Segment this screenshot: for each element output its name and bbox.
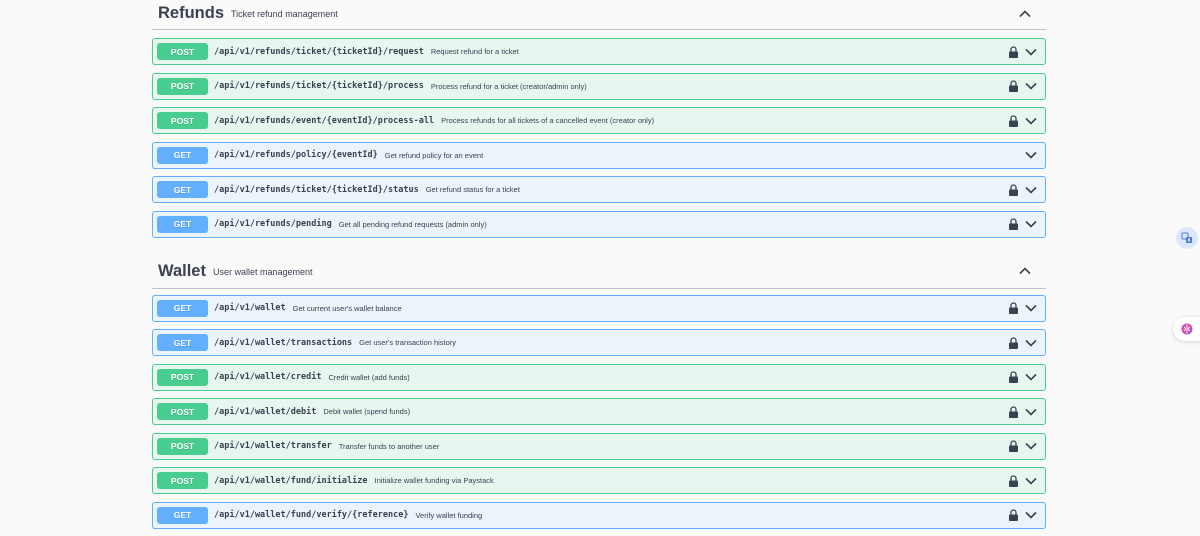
chevron-down-icon[interactable] [1025, 151, 1037, 159]
tag-name: Wallet [158, 261, 206, 280]
chevron-down-icon[interactable] [1025, 304, 1037, 312]
endpoint-summary: Get refund policy for an event [384, 150, 484, 160]
endpoint-summary: Verify wallet funding [415, 510, 483, 520]
endpoint-summary: Credit wallet (add funds) [328, 372, 410, 382]
endpoint-path: /api/v1/refunds/ticket/{ticketId}/reques… [214, 46, 424, 57]
ai-assistant-icon [1181, 323, 1193, 335]
lock-icon[interactable] [1008, 509, 1019, 522]
lock-icon[interactable] [1008, 371, 1019, 384]
operation-row-post[interactable]: POST/api/v1/wallet/fund/initialize Initia… [152, 467, 1046, 494]
tag-description: Ticket refund management [231, 9, 338, 19]
endpoint-summary: Get all pending refund requests (admin o… [338, 219, 487, 229]
operation-row-get[interactable]: GET/api/v1/wallet Get current user's wall… [152, 294, 1046, 322]
operation-row-post[interactable]: POST/api/v1/wallet/credit Credit wallet (… [152, 363, 1046, 391]
operations-list-refunds: POST/api/v1/refunds/ticket/{ticketId}/re… [152, 38, 1046, 238]
method-badge: GET [157, 146, 208, 164]
lock-icon[interactable] [1008, 302, 1019, 315]
chevron-down-icon[interactable] [1025, 408, 1037, 416]
endpoint-path: /api/v1/wallet/transactions [214, 337, 353, 348]
endpoint-summary: Get refund status for a ticket [425, 185, 520, 194]
method-badge: POST [157, 472, 208, 489]
operation-row-get[interactable]: GET/api/v1/wallet/transactions Get user's… [152, 329, 1046, 356]
lock-icon[interactable] [1008, 183, 1019, 196]
endpoint-path: /api/v1/wallet/debit [214, 406, 317, 417]
chevron-down-icon[interactable] [1025, 186, 1037, 194]
chevron-down-icon[interactable] [1025, 82, 1037, 90]
lock-icon[interactable] [1008, 114, 1019, 127]
tag-name: Refunds [158, 4, 224, 22]
method-badge: GET [157, 181, 208, 198]
lock-icon[interactable] [1008, 474, 1019, 487]
endpoint-path: /api/v1/refunds/pending [214, 219, 332, 229]
endpoint-path: /api/v1/refunds/ticket/{ticketId}/proces… [214, 81, 424, 91]
operation-row-get[interactable]: GET/api/v1/refunds/ticket/{ticketId}/sta… [152, 176, 1046, 203]
endpoint-path: /api/v1/wallet/transfer [214, 441, 332, 451]
endpoint-path: /api/v1/wallet/fund/initialize [214, 475, 368, 486]
endpoint-summary: Debit wallet (spend funds) [323, 407, 411, 416]
method-badge: GET [157, 334, 208, 351]
endpoint-summary: Transfer funds to another user [338, 441, 440, 451]
chevron-down-icon[interactable] [1025, 339, 1037, 347]
lock-icon[interactable] [1008, 218, 1019, 231]
method-badge: GET [157, 215, 208, 233]
lock-icon[interactable] [1008, 440, 1019, 453]
chevron-down-icon[interactable] [1025, 477, 1037, 485]
endpoint-path: /api/v1/refunds/ticket/{ticketId}/status [214, 184, 419, 195]
method-badge: GET [157, 506, 208, 524]
endpoint-summary: Process refund for a ticket (creator/adm… [430, 81, 587, 91]
operation-row-post[interactable]: POST/api/v1/refunds/event/{eventId}/proc… [152, 107, 1046, 134]
method-badge: POST [157, 43, 208, 60]
operation-row-get[interactable]: GET/api/v1/wallet/fund/verify/{reference… [152, 501, 1046, 529]
ai-assistant-button[interactable] [1173, 317, 1200, 341]
endpoint-summary: Process refunds for all tickets of a can… [441, 116, 655, 125]
endpoint-path: /api/v1/wallet/fund/verify/{reference} [214, 510, 409, 520]
method-badge: POST [157, 368, 208, 386]
chevron-up-icon[interactable] [1018, 7, 1032, 21]
endpoint-path: /api/v1/wallet/credit [214, 372, 322, 382]
endpoint-summary: Get user's transaction history [359, 338, 457, 347]
lock-icon[interactable] [1008, 80, 1019, 93]
endpoint-path: /api/v1/refunds/event/{eventId}/process-… [214, 115, 435, 126]
operation-row-post[interactable]: POST/api/v1/wallet/debit Debit wallet (sp… [152, 398, 1046, 425]
translate-icon [1181, 232, 1192, 243]
lock-icon[interactable] [1008, 45, 1019, 58]
tag-header-wallet[interactable]: Wallet User wallet management [152, 255, 1046, 289]
chevron-down-icon[interactable] [1025, 442, 1037, 450]
lock-icon[interactable] [1008, 405, 1019, 418]
method-badge: POST [157, 437, 208, 455]
chevron-down-icon[interactable] [1025, 117, 1037, 125]
endpoint-summary: Initialize wallet funding via Paystack [374, 476, 494, 485]
operation-row-post[interactable]: POST/api/v1/refunds/ticket/{ticketId}/re… [152, 38, 1046, 65]
endpoint-path: /api/v1/wallet [214, 303, 286, 313]
tag-description: User wallet management [212, 266, 313, 277]
operation-row-post[interactable]: POST/api/v1/wallet/transfer Transfer fund… [152, 432, 1046, 460]
chevron-down-icon[interactable] [1025, 511, 1037, 519]
chevron-down-icon[interactable] [1025, 373, 1037, 381]
tag-header-refunds[interactable]: Refunds Ticket refund management [152, 0, 1046, 30]
method-badge: GET [157, 299, 208, 317]
method-badge: POST [157, 403, 208, 420]
endpoint-path: /api/v1/refunds/policy/{eventId} [214, 150, 378, 160]
operation-row-post[interactable]: POST/api/v1/refunds/ticket/{ticketId}/pr… [152, 72, 1046, 100]
chevron-up-icon[interactable] [1018, 264, 1032, 278]
operation-row-get[interactable]: GET/api/v1/refunds/pending Get all pendin… [152, 210, 1046, 238]
method-badge: POST [157, 77, 208, 95]
chevron-down-icon[interactable] [1025, 48, 1037, 56]
endpoint-summary: Get current user's wallet balance [292, 303, 402, 313]
operations-list-wallet: GET/api/v1/wallet Get current user's wall… [152, 294, 1046, 529]
method-badge: POST [157, 112, 208, 129]
api-docs-container: Refunds Ticket refund management POST/ap… [152, 0, 1046, 536]
endpoint-summary: Request refund for a ticket [430, 47, 519, 56]
lock-icon[interactable] [1008, 336, 1019, 349]
operation-row-get[interactable]: GET/api/v1/refunds/policy/{eventId} Get r… [152, 141, 1046, 169]
translate-button[interactable] [1176, 227, 1198, 249]
chevron-down-icon[interactable] [1025, 220, 1037, 228]
